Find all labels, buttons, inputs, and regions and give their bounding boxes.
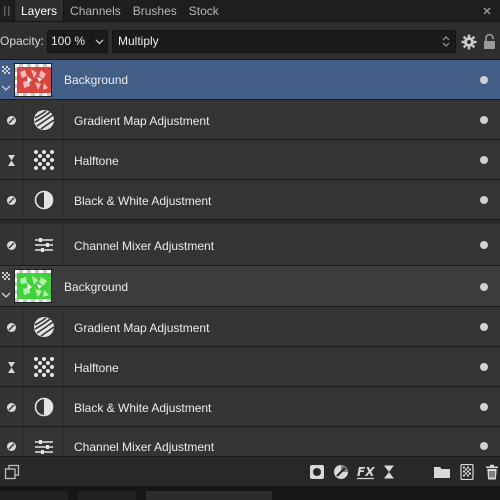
- layer-row[interactable]: Channel Mixer Adjustment: [0, 427, 500, 456]
- black-white-icon: [34, 397, 53, 416]
- visibility-toggle[interactable]: [480, 363, 488, 371]
- layer-name: Black & White Adjustment: [74, 194, 212, 208]
- visibility-toggle[interactable]: [480, 116, 488, 124]
- fx-icon[interactable]: FX: [356, 464, 375, 480]
- channel-mixer-icon: [34, 237, 53, 252]
- lock-icon[interactable]: [483, 33, 496, 50]
- panel-grip-icon[interactable]: [0, 0, 14, 21]
- layer-row[interactable]: Halftone: [0, 140, 500, 180]
- blend-range-icon[interactable]: [5, 401, 18, 414]
- pixel-layer-icon: [2, 66, 10, 74]
- visibility-toggle[interactable]: [480, 283, 488, 291]
- layer-name: Channel Mixer Adjustment: [74, 440, 215, 454]
- visibility-toggle[interactable]: [480, 442, 488, 450]
- layer-name: Gradient Map Adjustment: [74, 321, 210, 335]
- layer-row[interactable]: Halftone: [0, 347, 500, 387]
- folder-icon[interactable]: [433, 464, 451, 480]
- layer-name: Background: [64, 280, 129, 294]
- layer-row[interactable]: Background: [0, 266, 500, 307]
- pixel-layer-icon: [2, 272, 10, 280]
- layer-name: Gradient Map Adjustment: [74, 114, 210, 128]
- blend-range-icon[interactable]: [5, 239, 18, 252]
- layer-thumbnail: [14, 63, 52, 97]
- blend-range-icon[interactable]: [5, 194, 18, 207]
- live-filter-icon[interactable]: [381, 464, 397, 480]
- tab-channels[interactable]: Channels: [64, 0, 127, 21]
- add-pixel-layer-icon[interactable]: [459, 464, 475, 480]
- svg-text:FX: FX: [357, 465, 375, 479]
- adjustment-icon[interactable]: [333, 464, 349, 480]
- layer-row[interactable]: Background: [0, 60, 500, 100]
- layer-row[interactable]: Channel Mixer Adjustment: [0, 224, 500, 266]
- tab-stock[interactable]: Stock: [183, 0, 225, 21]
- gradient-map-icon: [33, 109, 54, 130]
- channel-mixer-icon: [34, 439, 53, 454]
- blend-range-icon[interactable]: [5, 114, 18, 127]
- blend-range-icon[interactable]: [5, 440, 18, 453]
- visibility-toggle[interactable]: [480, 403, 488, 411]
- visibility-toggle[interactable]: [480, 323, 488, 331]
- panel-footer-strip: [0, 486, 500, 500]
- blend-range-icon[interactable]: [5, 321, 18, 334]
- layer-row[interactable]: Gradient Map Adjustment: [0, 100, 500, 140]
- tab-brushes[interactable]: Brushes: [127, 0, 183, 21]
- chevron-down-icon[interactable]: [1, 85, 11, 92]
- halftone-icon: [33, 149, 54, 170]
- blend-mode-select[interactable]: Multiply: [112, 30, 456, 53]
- halftone-icon: [33, 356, 54, 377]
- mask-layer-icon[interactable]: [309, 464, 325, 480]
- layer-thumbnail: [14, 269, 52, 303]
- layer-row[interactable]: Black & White Adjustment: [0, 180, 500, 220]
- layer-row[interactable]: Black & White Adjustment: [0, 387, 500, 427]
- stack-layers-icon[interactable]: [4, 464, 20, 480]
- blend-mode-value: Multiply: [118, 34, 159, 48]
- opacity-input[interactable]: 100 %: [47, 30, 92, 53]
- visibility-toggle[interactable]: [480, 241, 488, 249]
- select-arrows-icon: [442, 36, 450, 47]
- layer-name: Background: [64, 73, 129, 87]
- gradient-map-icon: [33, 316, 54, 337]
- layers-list: Background Gradient Map Adjustment Halft…: [0, 60, 500, 456]
- gear-icon[interactable]: [461, 34, 477, 50]
- chevron-down-icon: [95, 39, 104, 44]
- hourglass-icon[interactable]: [5, 154, 18, 167]
- tab-layers[interactable]: Layers: [14, 0, 65, 21]
- opacity-label: Opacity:: [0, 34, 45, 48]
- chevron-down-icon[interactable]: [1, 292, 11, 299]
- layer-name: Halftone: [74, 154, 119, 168]
- black-white-icon: [34, 190, 53, 209]
- hourglass-icon[interactable]: [5, 361, 18, 374]
- visibility-toggle[interactable]: [480, 76, 488, 84]
- layers-bottom-toolbar: FX: [0, 456, 500, 486]
- layer-name: Channel Mixer Adjustment: [74, 239, 215, 253]
- opacity-dropdown-button[interactable]: [92, 30, 108, 53]
- close-panel-icon[interactable]: [478, 0, 496, 22]
- layer-name: Halftone: [74, 361, 119, 375]
- layer-row[interactable]: Gradient Map Adjustment: [0, 307, 500, 347]
- layer-name: Black & White Adjustment: [74, 401, 212, 415]
- layers-toolbar: Opacity: 100 % Multiply: [0, 22, 500, 60]
- visibility-toggle[interactable]: [480, 196, 488, 204]
- visibility-toggle[interactable]: [480, 156, 488, 164]
- trash-icon[interactable]: [484, 464, 500, 480]
- panel-tab-bar: Layers Channels Brushes Stock: [0, 0, 500, 22]
